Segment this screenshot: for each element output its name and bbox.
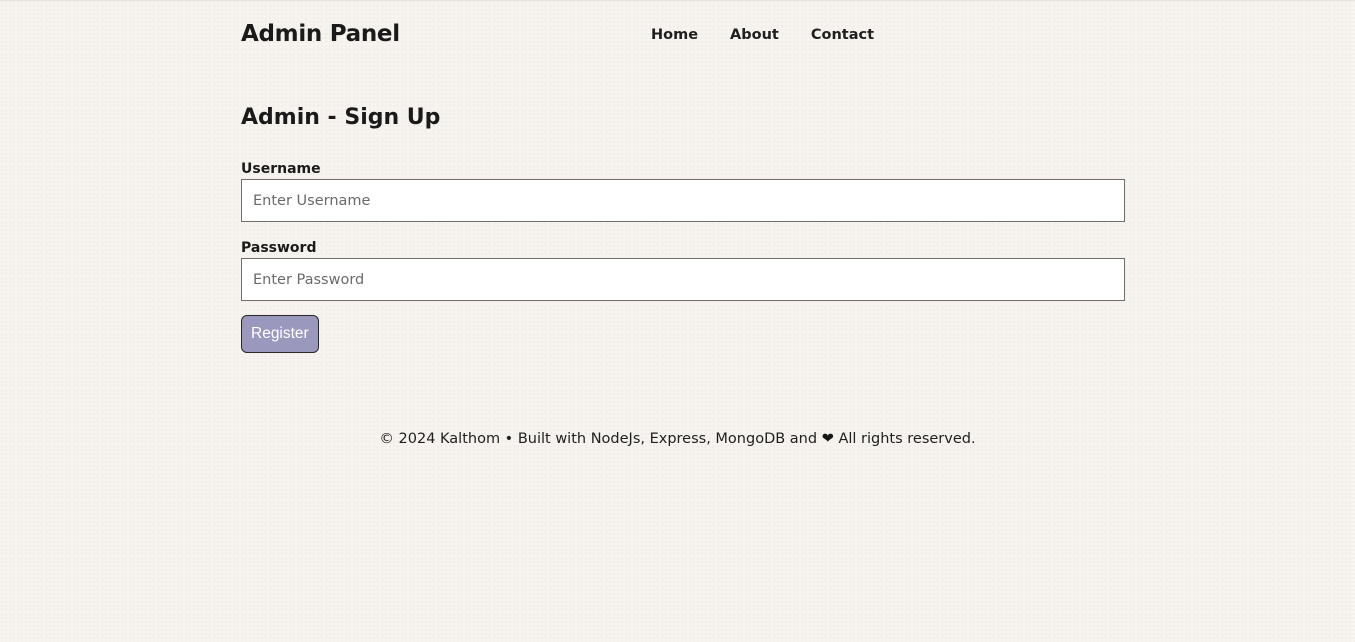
nav-link-contact[interactable]: Contact [811,27,874,43]
footer-text-before: © 2024 Kalthom • Built with NodeJs, Expr… [379,431,818,447]
main-nav: Home About Contact [651,27,906,43]
nav-link-home[interactable]: Home [651,27,698,43]
password-label: Password [241,240,317,256]
site-logo[interactable]: Admin Panel [241,21,400,47]
page-title: Admin - Sign Up [241,105,441,130]
heart-icon: ❤ [821,431,834,447]
username-input[interactable] [241,179,1125,222]
register-button[interactable]: Register [241,315,319,353]
password-input[interactable] [241,258,1125,301]
footer-text-after: All rights reserved. [838,431,976,447]
nav-link-about[interactable]: About [730,27,779,43]
site-header: Admin Panel Home About Contact [241,21,1125,53]
username-label: Username [241,161,321,177]
signup-form: Username Password Register [241,159,1125,353]
site-footer: © 2024 Kalthom • Built with NodeJs, Expr… [0,431,1355,447]
